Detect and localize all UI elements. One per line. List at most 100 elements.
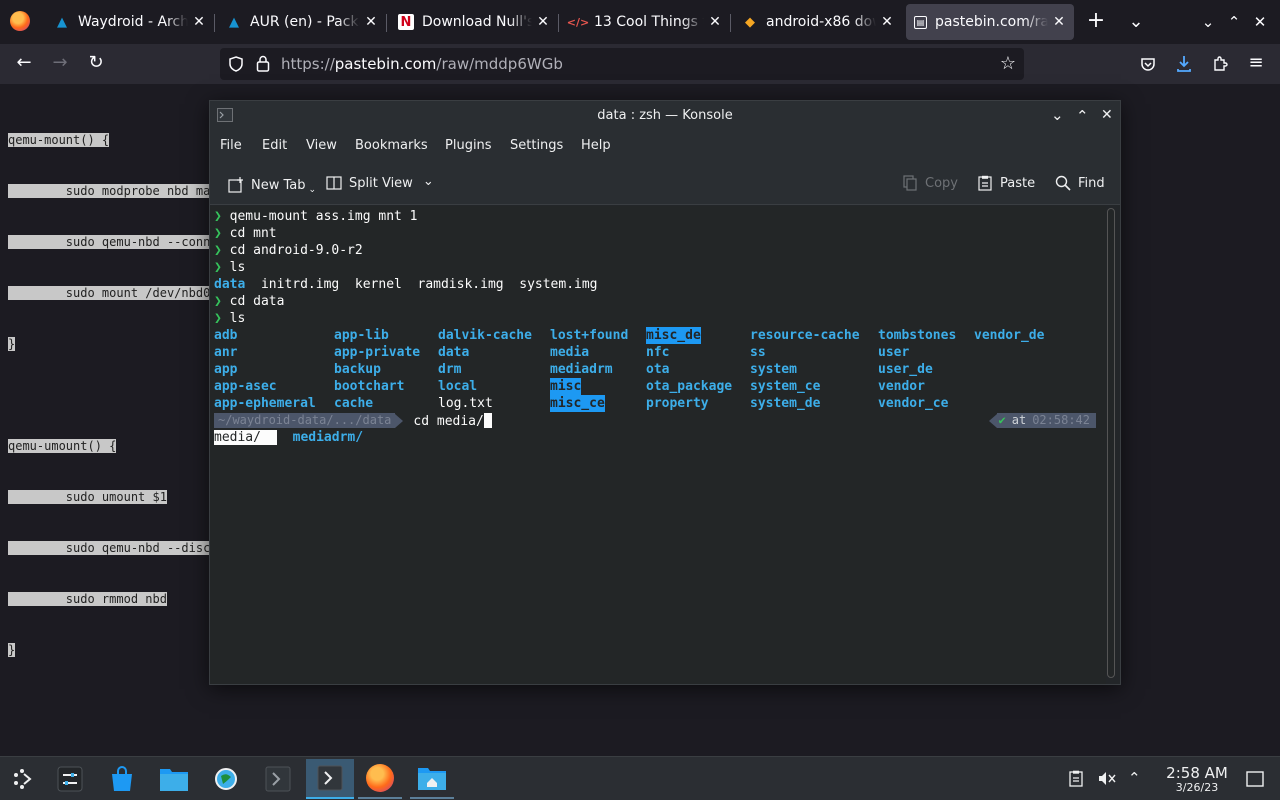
tab-aur[interactable]: ▲ AUR (en) - Packages ✕: [218, 4, 386, 40]
volume-muted-icon[interactable]: [1098, 770, 1116, 787]
prompt-symbol: ❯: [214, 226, 222, 241]
back-arrow-icon[interactable]: ←: [12, 53, 36, 73]
downloads-icon[interactable]: [1176, 55, 1192, 73]
completion-item[interactable]: mediadrm/: [293, 430, 363, 445]
maximize-chevron-icon[interactable]: ⌃: [1222, 12, 1246, 32]
ls-entry: app-ephemeral: [214, 396, 316, 411]
close-window-icon[interactable]: ✕: [1248, 12, 1272, 32]
prompt-symbol: ❯: [214, 209, 222, 224]
forward-arrow-icon[interactable]: →: [48, 53, 72, 73]
tab-title: Waydroid - ArchWiki: [78, 14, 188, 30]
command-text: cd mnt: [229, 226, 277, 241]
close-icon[interactable]: ✕: [708, 14, 722, 30]
shield-icon[interactable]: [228, 56, 244, 72]
command-text: ls: [229, 311, 246, 326]
copy-icon: [903, 175, 917, 191]
split-view-icon: [326, 176, 342, 190]
ls-entry: app-private: [334, 345, 421, 360]
maximize-chevron-icon[interactable]: ⌃: [1076, 107, 1089, 125]
bookmark-star-icon[interactable]: ☆: [1000, 53, 1016, 74]
tab-pastebin[interactable]: ▤ pastebin.com/raw/mddp6WGb ✕: [906, 4, 1074, 40]
terminal-cursor: [483, 412, 492, 428]
ls-entry: vendor_de: [974, 328, 1045, 343]
menu-edit[interactable]: Edit: [262, 138, 287, 153]
ls-entry: misc_ce: [550, 395, 605, 412]
clipboard-icon[interactable]: [1069, 770, 1083, 787]
extensions-puzzle-icon[interactable]: [1212, 55, 1229, 72]
ls-entry: ota_package: [646, 379, 733, 394]
browser-nav-bar: ← → ↻ https://pastebin.com/raw/mddp6WGb …: [0, 44, 1280, 84]
code-line: sudo qemu-nbd --disc: [8, 541, 211, 555]
completion-item-selected[interactable]: media/: [214, 430, 277, 445]
menu-help[interactable]: Help: [581, 138, 611, 153]
menu-view[interactable]: View: [306, 138, 337, 153]
tab-cool-things[interactable]: </> 13 Cool Things to Do ✕: [562, 4, 730, 40]
konsole-window[interactable]: data : zsh — Konsole ⌄ ⌃ ✕ File Edit Vie…: [209, 100, 1121, 685]
pocket-icon[interactable]: [1140, 56, 1156, 72]
task-firefox[interactable]: [358, 759, 402, 799]
ls-entry: anr: [214, 345, 238, 360]
menu-plugins[interactable]: Plugins: [445, 138, 492, 153]
paste-button[interactable]: Paste: [977, 175, 1035, 191]
arch-icon: ▲: [229, 14, 239, 30]
tray-expand-chevron-icon[interactable]: ⌃: [1128, 769, 1141, 787]
tab-nulls-brawl[interactable]: N Download Null's Brawl ✕: [390, 4, 558, 40]
menu-file[interactable]: File: [220, 138, 242, 153]
list-tabs-chevron-icon[interactable]: ⌄: [1124, 12, 1148, 32]
diamond-icon: ◆: [745, 14, 755, 30]
task-discover[interactable]: [100, 759, 144, 799]
task-terminal-1[interactable]: [256, 759, 300, 799]
code-line: sudo rmmod nbd: [8, 592, 167, 606]
tab-android-x86[interactable]: ◆ android-x86 download ✕: [734, 4, 902, 40]
close-icon[interactable]: ✕: [192, 14, 206, 30]
close-icon[interactable]: ✕: [364, 14, 378, 30]
minimize-chevron-icon[interactable]: ⌄: [1051, 106, 1064, 124]
raw-paste-text[interactable]: qemu-mount() { sudo modprobe nbd ma sudo…: [8, 98, 211, 693]
terminal-scrollbar[interactable]: [1107, 208, 1115, 678]
tab-title: Download Null's Brawl: [422, 14, 532, 30]
prompt-symbol: ❯: [214, 243, 222, 258]
split-view-button[interactable]: Split View ⌄: [326, 174, 434, 191]
url-bar[interactable]: https://pastebin.com/raw/mddp6WGb ☆: [220, 48, 1024, 80]
search-icon: [1055, 175, 1071, 191]
copy-button[interactable]: Copy: [902, 175, 958, 191]
tab-title: AUR (en) - Packages: [250, 14, 360, 30]
task-system-settings[interactable]: [48, 759, 92, 799]
close-icon[interactable]: ✕: [1101, 107, 1113, 123]
code-line: sudo mount /dev/nbd0: [8, 286, 211, 300]
paste-label: Paste: [1000, 175, 1036, 191]
clock[interactable]: 2:58 AM 3/26/23: [1150, 765, 1244, 794]
tab-separator: [558, 14, 559, 32]
show-desktop-icon[interactable]: [1246, 771, 1264, 787]
close-icon[interactable]: ✕: [880, 14, 894, 30]
new-tab-plus-icon[interactable]: +: [1084, 10, 1108, 32]
tab-title: android-x86 download: [766, 14, 876, 30]
n-icon: N: [398, 14, 414, 30]
task-browser-globe[interactable]: [204, 759, 248, 799]
close-icon[interactable]: ✕: [1052, 14, 1066, 30]
task-home-folder[interactable]: [410, 759, 454, 799]
terminal-area[interactable]: ❯ qemu-mount ass.img mnt 1 ❯ cd mnt ❯ cd…: [210, 206, 1106, 684]
close-icon[interactable]: ✕: [536, 14, 550, 30]
ls-dir-entry: data: [214, 277, 246, 292]
menu-bookmarks[interactable]: Bookmarks: [355, 138, 428, 153]
task-dolphin[interactable]: [152, 759, 196, 799]
firefox-logo-icon[interactable]: [10, 11, 30, 31]
konsole-toolbar: New Tab ⌄ Split View ⌄ Copy Paste Find: [210, 161, 1120, 205]
find-button[interactable]: Find: [1055, 175, 1105, 191]
minimize-chevron-icon[interactable]: ⌄: [1196, 12, 1220, 32]
konsole-title-bar[interactable]: data : zsh — Konsole ⌄ ⌃ ✕: [210, 101, 1120, 131]
hamburger-menu-icon[interactable]: ≡: [1244, 53, 1268, 73]
split-view-label: Split View: [349, 175, 413, 191]
paste-clipboard-icon: [978, 175, 992, 191]
tab-waydroid[interactable]: ▲ Waydroid - ArchWiki ✕: [46, 4, 214, 40]
task-konsole[interactable]: [306, 759, 354, 799]
new-tab-button[interactable]: New Tab ⌄: [228, 175, 316, 195]
lock-icon[interactable]: [256, 55, 270, 72]
app-launcher[interactable]: [0, 759, 44, 799]
clock-date: 3/26/23: [1175, 781, 1219, 794]
reload-icon[interactable]: ↻: [84, 53, 108, 73]
url-text[interactable]: https://pastebin.com/raw/mddp6WGb: [281, 55, 563, 73]
menu-settings[interactable]: Settings: [510, 138, 563, 153]
prompt-symbol: ❯: [214, 260, 222, 275]
